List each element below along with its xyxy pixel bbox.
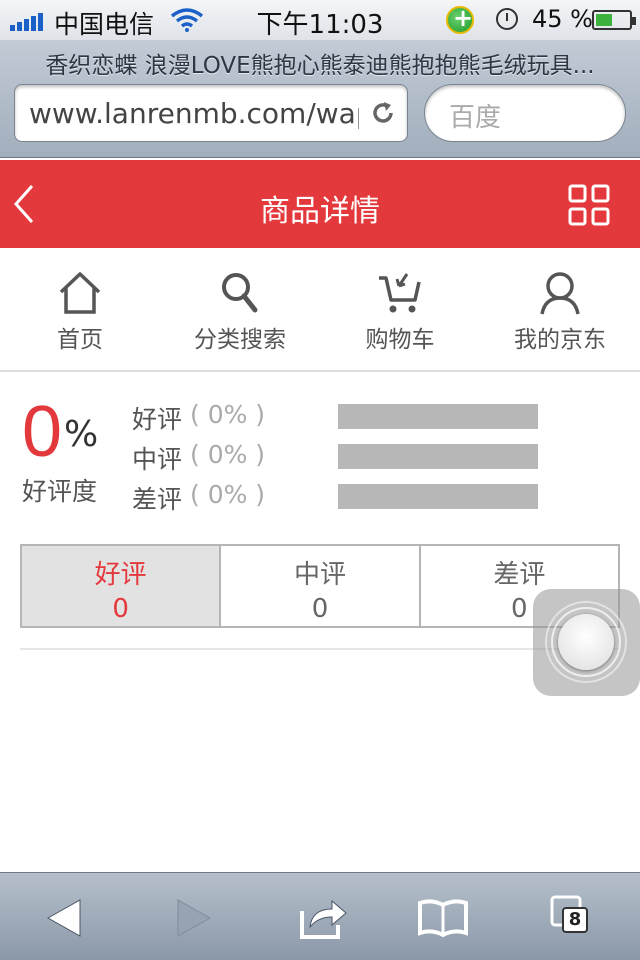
browser-toolbar: 8 xyxy=(0,872,640,960)
header-title: 商品详情 xyxy=(260,194,380,229)
url-field[interactable]: www.lanrenmb.com/wap xyxy=(14,84,408,142)
rating-bar xyxy=(338,444,538,469)
share-icon[interactable] xyxy=(296,891,350,945)
nav-label: 购物车 xyxy=(365,327,435,353)
rating-score: 0% xyxy=(22,396,98,468)
review-tabs: 好评 0 中评 0 差评 0 xyxy=(20,544,620,628)
search-placeholder: 百度 xyxy=(449,103,502,133)
tab-neutral-reviews[interactable]: 中评 0 xyxy=(221,546,421,626)
rating-row-label: 好评 xyxy=(132,405,183,434)
security-app-icon xyxy=(446,4,474,34)
rating-bar xyxy=(338,404,538,429)
forward-arrow-icon[interactable] xyxy=(166,891,220,945)
browser-address-bar: 香织恋蝶 浪漫LOVE熊抱心熊泰迪熊抱抱熊毛绒玩具... www.lanrenm… xyxy=(0,40,640,158)
tabs-button[interactable]: 8 xyxy=(548,891,602,945)
rating-row-neutral: 中评 ( 0% ) xyxy=(132,438,552,478)
battery-percent: 45 % xyxy=(532,5,593,33)
tab-count: 0 xyxy=(311,594,329,624)
grid-menu-icon[interactable] xyxy=(568,184,610,226)
rating-row-good: 好评 ( 0% ) xyxy=(132,398,552,438)
rating-caption: 好评度 xyxy=(22,477,98,506)
rating-score-value: 0 xyxy=(22,392,63,472)
alarm-clock-icon xyxy=(496,8,518,30)
rating-bar xyxy=(338,484,538,509)
page-title: 香织恋蝶 浪漫LOVE熊抱心熊泰迪熊抱抱熊毛绒玩具... xyxy=(45,53,595,79)
reload-icon[interactable] xyxy=(369,99,397,127)
quick-nav: 首页 分类搜索 购物车 我的京东 xyxy=(0,248,640,372)
nav-label: 分类搜索 xyxy=(194,327,286,353)
rating-row-label: 中评 xyxy=(132,445,183,474)
rating-row-value: ( 0% ) xyxy=(190,400,266,429)
bookmarks-icon[interactable] xyxy=(416,891,470,945)
search-icon xyxy=(222,273,258,313)
rating-row-value: ( 0% ) xyxy=(190,480,266,509)
rating-row-bad: 差评 ( 0% ) xyxy=(132,478,552,518)
back-arrow-icon[interactable] xyxy=(38,891,92,945)
search-input[interactable]: 百度 xyxy=(424,84,626,142)
tab-count-badge: 8 xyxy=(562,907,588,933)
tab-label: 中评 xyxy=(293,560,346,590)
tab-count: 0 xyxy=(112,594,129,624)
rating-breakdown: 好评 ( 0% ) 中评 ( 0% ) 差评 ( 0% ) xyxy=(132,398,552,518)
divider xyxy=(20,648,620,650)
rating-row-label: 差评 xyxy=(132,485,183,514)
nav-label: 首页 xyxy=(57,327,103,353)
page-header: 商品详情 xyxy=(0,160,640,248)
url-text: www.lanrenmb.com/wap xyxy=(29,97,359,130)
nav-item-home[interactable]: 首页 xyxy=(0,248,160,370)
assistive-knob xyxy=(558,614,614,670)
user-icon xyxy=(540,272,580,315)
home-icon xyxy=(59,272,101,314)
nav-label: 我的京东 xyxy=(514,327,606,353)
rating-row-value: ( 0% ) xyxy=(190,440,266,469)
status-bar: 中国电信 下午11:03 45 % xyxy=(0,0,640,40)
tab-label: 差评 xyxy=(493,560,546,590)
battery-icon xyxy=(592,10,636,30)
tab-good-reviews[interactable]: 好评 0 xyxy=(22,546,222,626)
assistive-touch-button[interactable] xyxy=(533,589,640,696)
nav-item-cart[interactable]: 购物车 xyxy=(320,248,480,370)
nav-item-my-jd[interactable]: 我的京东 xyxy=(480,248,640,370)
cart-icon xyxy=(379,273,421,313)
nav-item-category-search[interactable]: 分类搜索 xyxy=(160,248,320,370)
rating-percent-sign: % xyxy=(64,414,99,455)
tab-label: 好评 xyxy=(94,560,147,590)
